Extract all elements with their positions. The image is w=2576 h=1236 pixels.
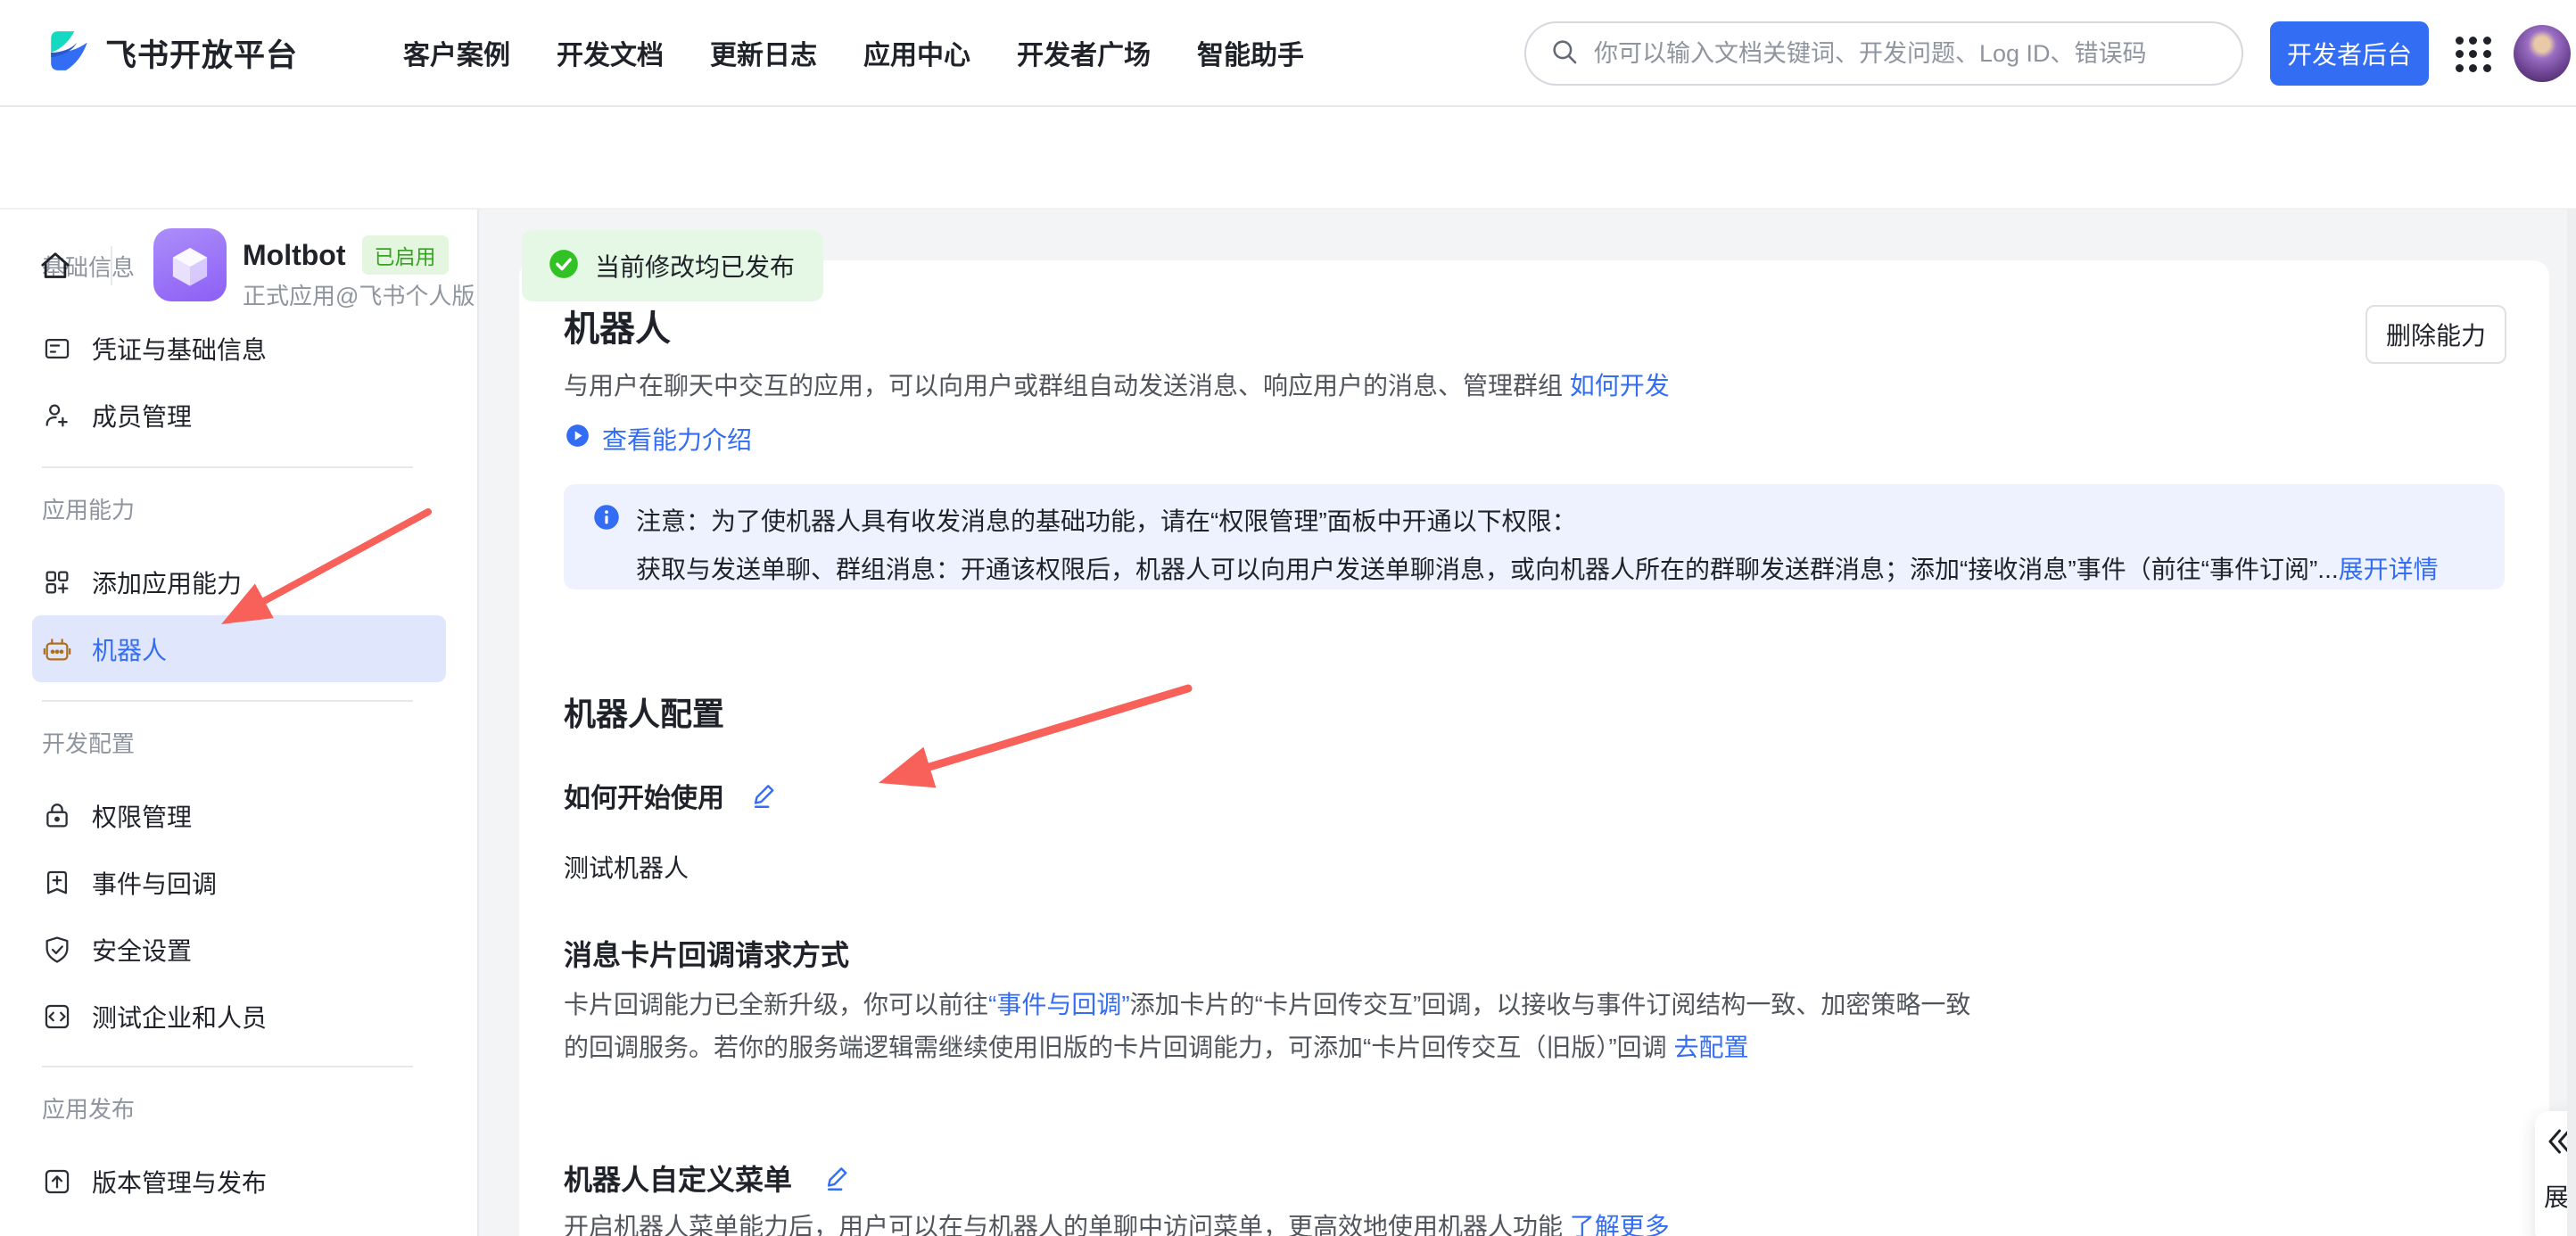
- nav-dev-docs[interactable]: 开发文档: [557, 33, 664, 72]
- app-type-label: 正式应用@飞书个人版: [243, 278, 475, 311]
- sidebar-item-label: 机器人: [92, 631, 167, 667]
- nav-app-center[interactable]: 应用中心: [863, 33, 970, 72]
- publish-icon: [42, 1166, 72, 1197]
- delete-capability-button[interactable]: 删除能力: [2365, 305, 2506, 364]
- play-circle-icon[interactable]: [566, 424, 590, 454]
- app-info-bar: Moltbot 已启用 正式应用@飞书个人版 当前修改均已发布: [0, 107, 2576, 210]
- sidebar-item-label: 成员管理: [92, 398, 192, 433]
- test-bot-value: 测试机器人: [564, 849, 689, 885]
- sidebar-item-permissions[interactable]: 权限管理: [32, 782, 446, 849]
- card-callback-description: 卡片回调能力已全新升级，你可以前往“事件与回调”添加卡片的“卡片回传交互”回调，…: [564, 984, 1970, 1069]
- sidebar-item-label: 安全设置: [92, 932, 192, 968]
- grid-plus-icon: [42, 567, 72, 597]
- apps-grid-icon[interactable]: [2453, 34, 2494, 75]
- global-search[interactable]: [1524, 21, 2243, 86]
- bot-menu-heading-row: 机器人自定义菜单: [564, 1158, 853, 1199]
- feishu-logo-icon: [46, 29, 91, 78]
- bot-menu-heading: 机器人自定义菜单: [564, 1158, 792, 1199]
- bot-menu-description: 开启机器人菜单能力后，用户可以在与机器人的单聊中访问菜单，更高效地使用机器人功能…: [564, 1207, 1670, 1236]
- search-input[interactable]: [1594, 40, 2218, 68]
- bot-config-heading: 机器人配置: [564, 688, 724, 735]
- check-circle-icon: [547, 247, 581, 285]
- view-capability-intro-link[interactable]: 查看能力介绍: [602, 421, 752, 457]
- sidebar-section-app-capability: 应用能力: [42, 497, 477, 523]
- developer-console-button[interactable]: 开发者后台: [2270, 21, 2429, 86]
- shield-check-icon: [42, 935, 72, 965]
- sidebar-item-credentials[interactable]: 凭证与基础信息: [32, 315, 446, 382]
- robot-icon: [42, 634, 72, 664]
- nav-changelog[interactable]: 更新日志: [710, 33, 817, 72]
- events-callback-link[interactable]: “事件与回调”: [988, 991, 1130, 1018]
- sidebar-item-label: 测试企业和人员: [92, 999, 267, 1034]
- top-nav: 客户案例 开发文档 更新日志 应用中心 开发者广场 智能助手: [403, 33, 1304, 72]
- logo[interactable]: 飞书开放平台: [46, 29, 298, 78]
- capability-intro-row: 查看能力介绍: [566, 421, 752, 457]
- content-area: 机器人 删除能力 与用户在聊天中交互的应用，可以向用户或群组自动发送消息、响应用…: [479, 210, 2576, 1236]
- capability-description: 与用户在聊天中交互的应用，可以向用户或群组自动发送消息、响应用户的消息、管理群组…: [564, 367, 1670, 402]
- top-header: 飞书开放平台 客户案例 开发文档 更新日志 应用中心 开发者广场 智能助手 开发…: [0, 0, 2576, 107]
- code-icon: [42, 1001, 72, 1032]
- scrollbar-track[interactable]: [2567, 210, 2576, 1236]
- how-to-start-row: 如何开始使用: [564, 776, 780, 815]
- edit-pencil-icon[interactable]: [749, 780, 780, 811]
- info-circle-icon: [593, 504, 620, 537]
- nav-ai-assistant[interactable]: 智能助手: [1197, 33, 1304, 72]
- feishu-open-platform-page: 飞书开放平台 客户案例 开发文档 更新日志 应用中心 开发者广场 智能助手 开发…: [0, 0, 2576, 1236]
- sidebar-divider: [42, 700, 413, 702]
- event-callback-icon: [42, 868, 72, 898]
- sidebar-item-test-org[interactable]: 测试企业和人员: [32, 983, 446, 1050]
- sidebar-divider: [42, 1066, 413, 1067]
- app-name: Moltbot: [243, 239, 346, 272]
- member-add-icon: [42, 400, 72, 431]
- how-to-start-label: 如何开始使用: [564, 776, 724, 815]
- sidebar-item-label: 版本管理与发布: [92, 1164, 267, 1199]
- expand-details-link[interactable]: 展开详情: [2339, 550, 2439, 586]
- nav-developer-plaza[interactable]: 开发者广场: [1017, 33, 1151, 72]
- app-icon: [153, 228, 227, 301]
- lock-icon: [42, 801, 72, 831]
- sidebar-item-bot[interactable]: 机器人: [32, 615, 446, 682]
- publish-status-pill: 当前修改均已发布: [522, 230, 823, 301]
- notice-line1: 注意：为了使机器人具有收发消息的基础功能，请在“权限管理”面板中开通以下权限：: [636, 502, 1577, 538]
- status-badge: 已启用: [362, 235, 449, 275]
- sidebar-item-label: 凭证与基础信息: [92, 331, 267, 367]
- page-title: 机器人: [564, 300, 671, 351]
- sidebar-item-members[interactable]: 成员管理: [32, 382, 446, 449]
- learn-more-link[interactable]: 了解更多: [1570, 1213, 1670, 1236]
- id-card-icon: [42, 334, 72, 364]
- sidebar-section-app-release: 应用发布: [42, 1096, 477, 1123]
- sidebar-item-security[interactable]: 安全设置: [32, 916, 446, 983]
- site-title: 飞书开放平台: [105, 30, 298, 76]
- permission-notice: 注意：为了使机器人具有收发消息的基础功能，请在“权限管理”面板中开通以下权限： …: [564, 484, 2505, 589]
- user-avatar[interactable]: [2514, 25, 2571, 82]
- card-callback-heading: 消息卡片回调请求方式: [564, 933, 849, 974]
- how-to-develop-link[interactable]: 如何开发: [1570, 372, 1670, 400]
- sidebar: 基础信息 凭证与基础信息 成员管理 应用能力: [0, 210, 479, 1236]
- sidebar-section-dev-config: 开发配置: [42, 730, 477, 757]
- sidebar-divider: [42, 466, 413, 468]
- appbar-divider: [111, 246, 112, 285]
- publish-status-text: 当前修改均已发布: [595, 248, 795, 284]
- home-icon[interactable]: [37, 248, 73, 284]
- notice-line2: 获取与发送单聊、群组消息：开通该权限后，机器人可以向用户发送单聊消息，或向机器人…: [636, 550, 2339, 586]
- sidebar-item-events[interactable]: 事件与回调: [32, 849, 446, 916]
- go-configure-link[interactable]: 去配置: [1673, 1034, 1748, 1061]
- sidebar-item-add-capability[interactable]: 添加应用能力: [32, 548, 446, 615]
- search-icon: [1549, 37, 1580, 71]
- expand-label: 展: [2544, 1178, 2569, 1214]
- nav-customer-cases[interactable]: 客户案例: [403, 33, 510, 72]
- sidebar-item-version-release[interactable]: 版本管理与发布: [32, 1148, 446, 1215]
- sidebar-item-label: 添加应用能力: [92, 564, 242, 600]
- bot-capability-card: 机器人 删除能力 与用户在聊天中交互的应用，可以向用户或群组自动发送消息、响应用…: [519, 260, 2549, 1236]
- sidebar-item-label: 事件与回调: [92, 865, 217, 901]
- edit-pencil-icon[interactable]: [822, 1163, 853, 1193]
- sidebar-item-label: 权限管理: [92, 798, 192, 834]
